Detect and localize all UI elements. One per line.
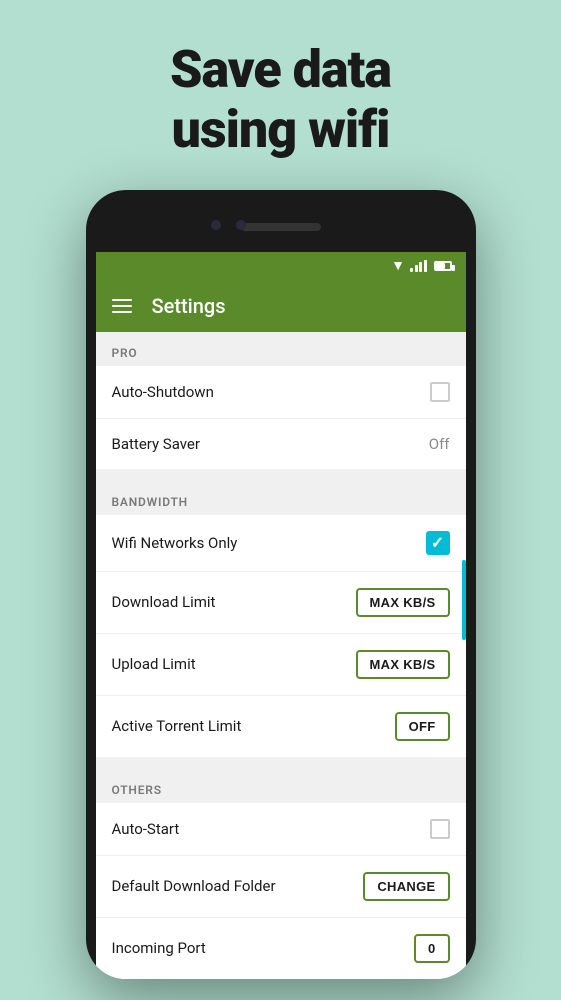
hero-title-line2: using wifi [0,100,561,160]
hamburger-menu[interactable] [112,299,132,313]
phone-frame: ▼ Settings [86,190,476,979]
settings-group-bandwidth: Wifi Networks Only ✓ Download Limit MAX … [96,515,466,757]
default-download-folder-button[interactable]: CHANGE [363,872,449,901]
hero-section: Save data using wifi [0,0,561,190]
incoming-port-button[interactable]: 0 [414,934,450,963]
auto-start-checkbox[interactable] [430,819,450,839]
app-title: Settings [152,294,226,318]
section-label-others: OTHERS [96,769,466,803]
battery-saver-value: Off [429,435,450,453]
wifi-networks-only-label: Wifi Networks Only [112,534,238,552]
settings-group-others: Auto-Start Default Download Folder CHANG… [96,803,466,979]
table-row: Auto-Start [96,803,466,856]
table-row: Upload Limit MAX KB/S [96,634,466,696]
table-row: Battery Saver Off [96,419,466,469]
section-label-pro: PRO [96,332,466,366]
signal-bars [410,260,427,272]
table-row: Auto-Shutdown [96,366,466,419]
wifi-icon: ▼ [391,257,405,274]
divider-2 [96,757,466,769]
settings-content: PRO Auto-Shutdown Battery Saver Off BAND… [96,332,466,979]
download-limit-button[interactable]: MAX KB/S [356,588,450,617]
hero-title-line1: Save data [0,40,561,100]
auto-shutdown-label: Auto-Shutdown [112,383,214,401]
table-row: Incoming Port 0 [96,918,466,979]
phone-top-bar [96,202,466,252]
battery-icon [434,261,452,271]
status-bar: ▼ [96,252,466,280]
auto-shutdown-checkbox[interactable] [430,382,450,402]
active-torrent-limit-button[interactable]: OFF [395,712,450,741]
scrollbar-indicator[interactable] [462,560,466,640]
table-row: Download Limit MAX KB/S [96,572,466,634]
camera-dot-left [211,220,221,230]
upload-limit-button[interactable]: MAX KB/S [356,650,450,679]
table-row: Active Torrent Limit OFF [96,696,466,757]
settings-group-pro: Auto-Shutdown Battery Saver Off [96,366,466,469]
app-bar: Settings [96,280,466,332]
status-icons: ▼ [391,257,451,274]
default-download-folder-label: Default Download Folder [112,877,276,895]
active-torrent-limit-label: Active Torrent Limit [112,717,242,735]
section-label-bandwidth: BANDWIDTH [96,481,466,515]
wifi-networks-only-checkbox[interactable]: ✓ [426,531,450,555]
camera-dot-right [236,220,246,230]
table-row: Default Download Folder CHANGE [96,856,466,918]
speaker [241,223,321,231]
table-row: Wifi Networks Only ✓ [96,515,466,572]
battery-saver-label: Battery Saver [112,435,200,453]
incoming-port-label: Incoming Port [112,939,206,957]
auto-start-label: Auto-Start [112,820,180,838]
upload-limit-label: Upload Limit [112,655,196,673]
divider-1 [96,469,466,481]
download-limit-label: Download Limit [112,593,216,611]
